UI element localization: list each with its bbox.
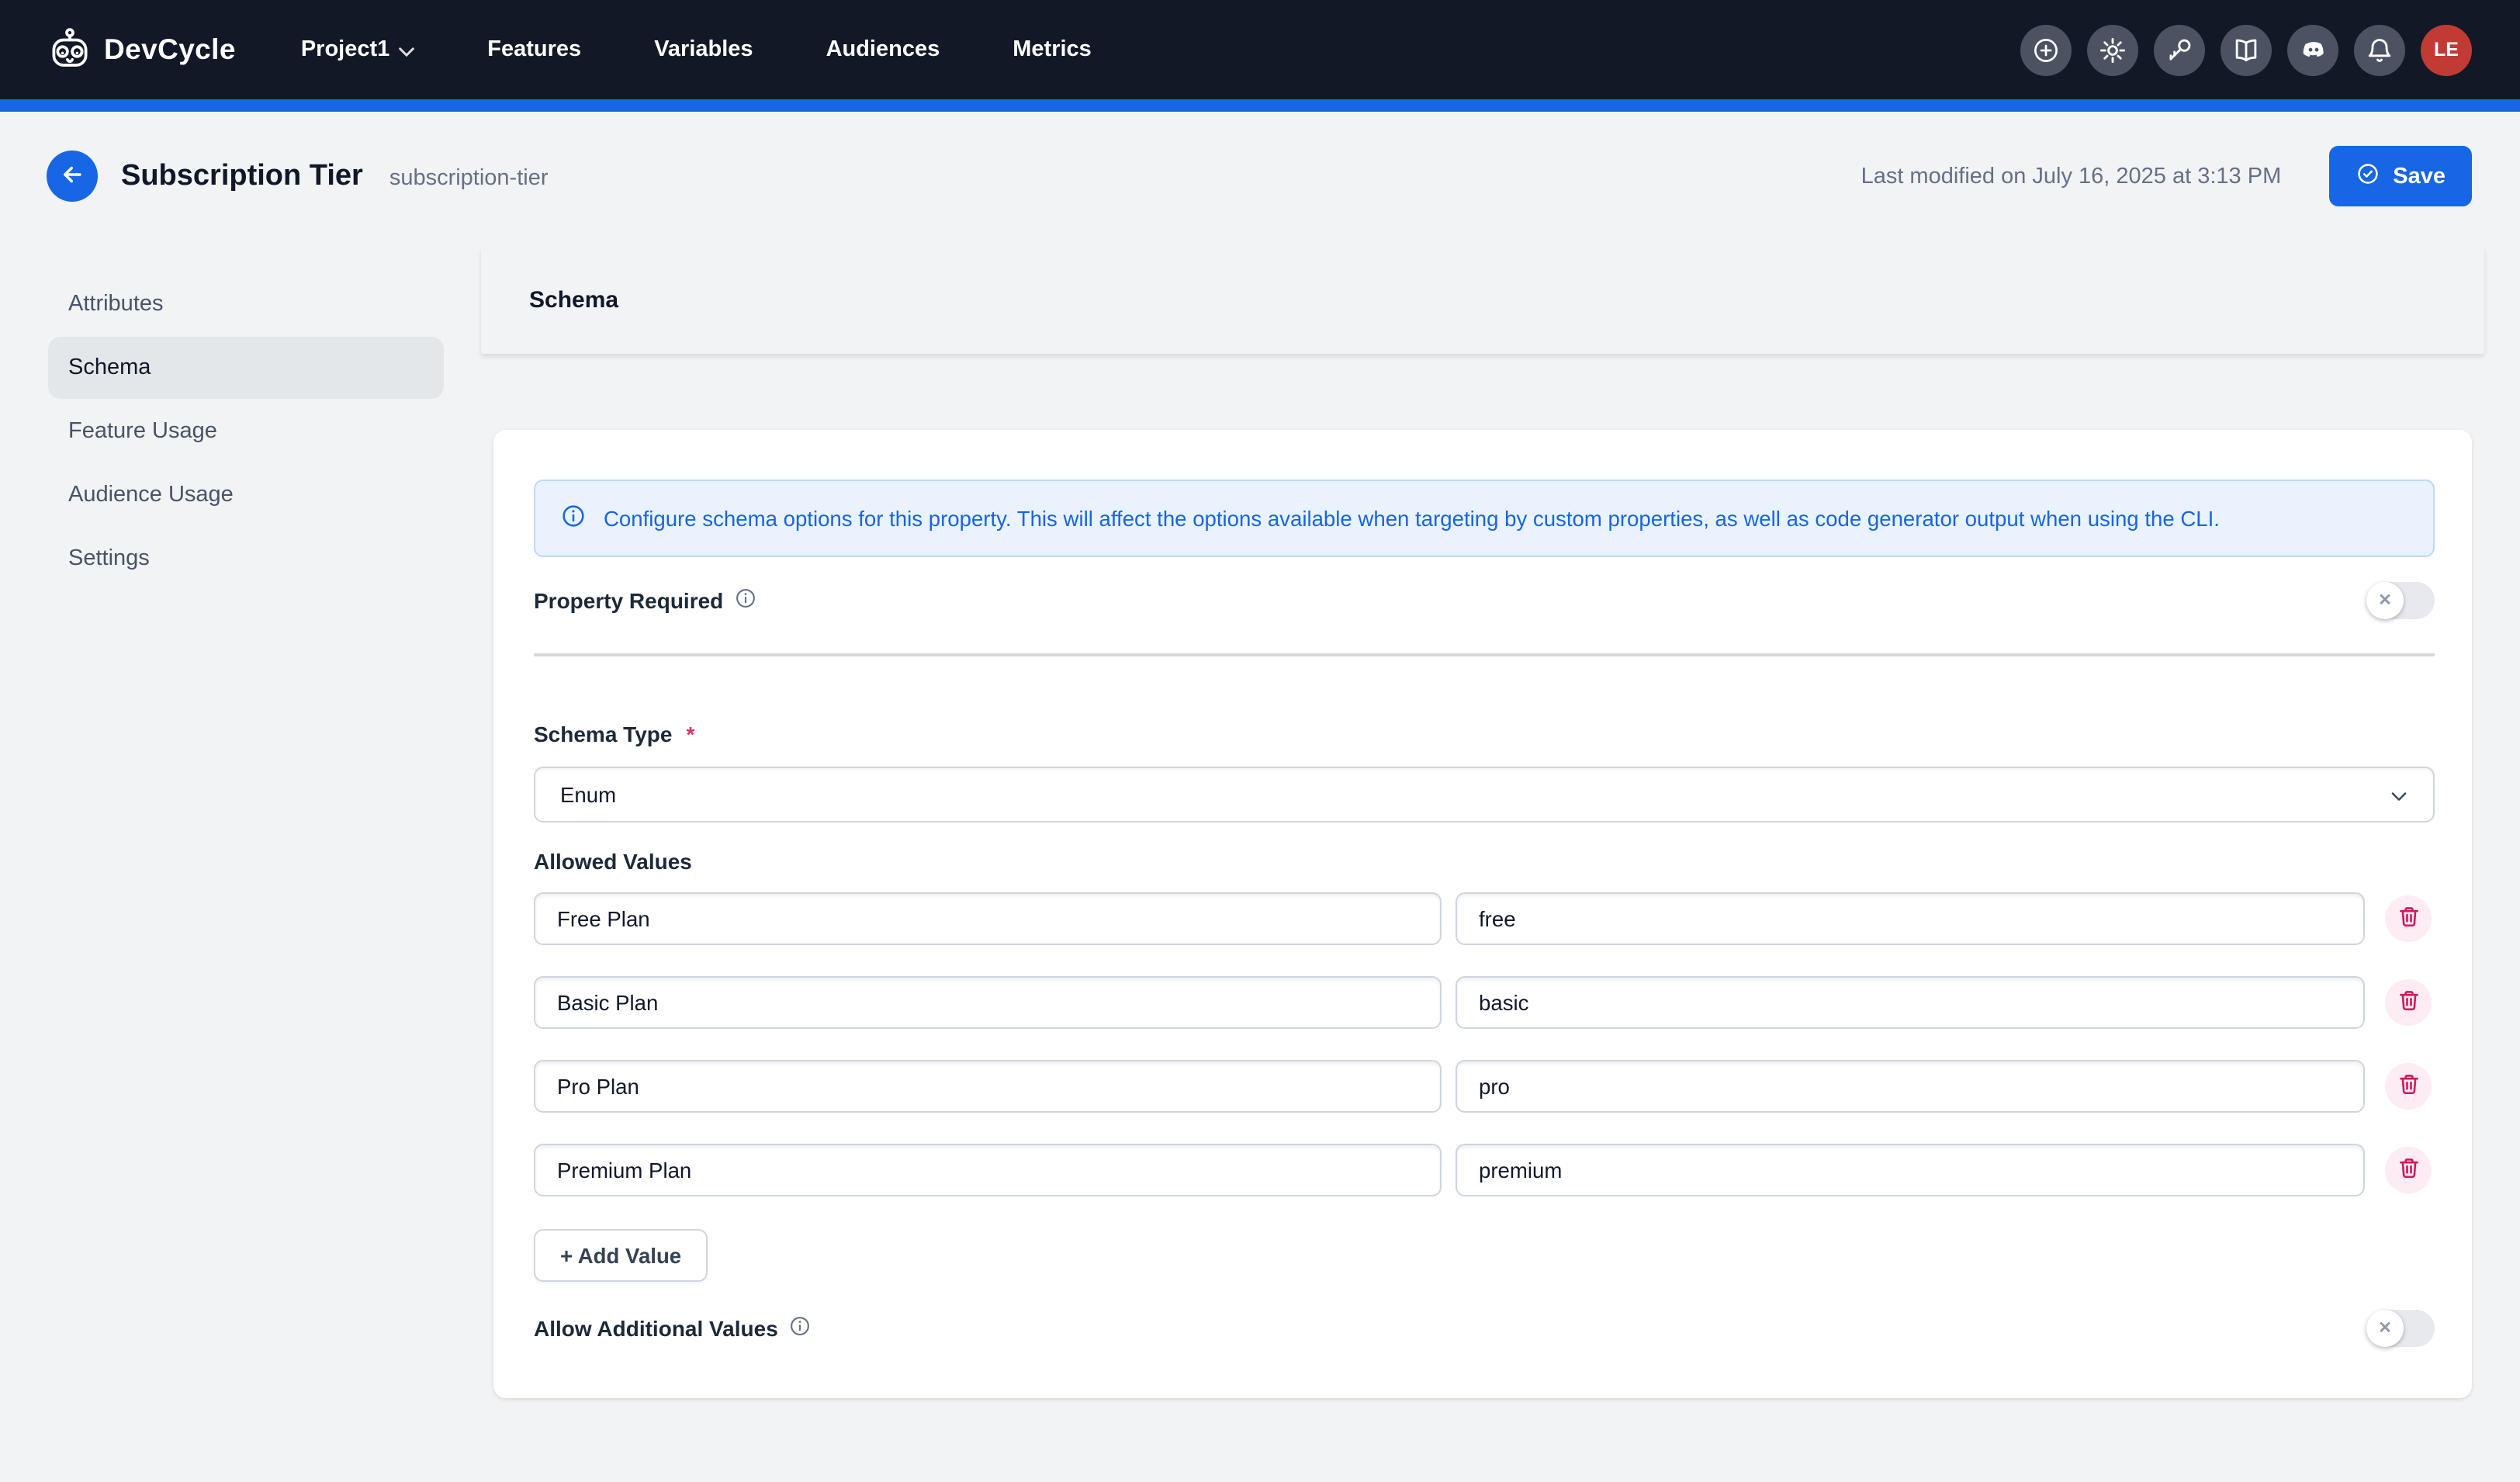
nav-link-variables[interactable]: Variables bbox=[654, 37, 753, 62]
section-title: Schema bbox=[529, 287, 618, 313]
api-key-icon bbox=[2165, 35, 2194, 64]
value-key-input[interactable] bbox=[1456, 976, 2365, 1029]
settings-button[interactable] bbox=[2087, 24, 2138, 75]
api-keys-button[interactable] bbox=[2154, 24, 2205, 75]
delete-value-button[interactable] bbox=[2385, 979, 2432, 1026]
delete-value-button[interactable] bbox=[2385, 895, 2432, 942]
sidebar-item-audience-usage[interactable]: Audience Usage bbox=[48, 464, 444, 526]
sidebar-item-attributes[interactable]: Attributes bbox=[48, 273, 444, 335]
schema-type-label: Schema Type* bbox=[534, 722, 2435, 746]
trash-icon bbox=[2397, 989, 2420, 1016]
toggle-off-x-icon: ✕ bbox=[2378, 593, 2392, 609]
sidebar-item-schema[interactable]: Schema bbox=[48, 337, 444, 399]
required-asterisk: * bbox=[686, 722, 694, 746]
allowed-values-label: Allowed Values bbox=[534, 849, 2435, 874]
devcycle-robot-icon bbox=[47, 26, 93, 73]
primary-nav: Project1 Features Variables Audiences Metri… bbox=[301, 36, 1165, 64]
discord-button[interactable] bbox=[2287, 24, 2338, 75]
discord-icon bbox=[2297, 34, 2328, 65]
trash-icon bbox=[2397, 905, 2420, 933]
arrow-left-icon bbox=[59, 161, 85, 192]
sidebar-item-settings[interactable]: Settings bbox=[48, 528, 444, 590]
docs-book-icon bbox=[2231, 35, 2261, 64]
toggle-off-x-icon: ✕ bbox=[2378, 1321, 2392, 1337]
nav-link-audiences[interactable]: Audiences bbox=[826, 37, 940, 62]
trash-icon bbox=[2397, 1072, 2420, 1100]
plus-circle-icon bbox=[2031, 35, 2061, 64]
nav-link-metrics[interactable]: Metrics bbox=[1012, 37, 1092, 62]
value-name-input[interactable] bbox=[534, 1060, 1442, 1113]
accent-bar bbox=[0, 99, 2520, 112]
allowed-value-row bbox=[534, 1144, 2435, 1196]
info-banner: Configure schema options for this proper… bbox=[534, 480, 2435, 557]
project-switcher[interactable]: Project1 bbox=[301, 36, 414, 64]
value-key-input[interactable] bbox=[1456, 1144, 2365, 1196]
allowed-value-row bbox=[534, 1060, 2435, 1113]
project-switcher-label: Project1 bbox=[301, 37, 389, 62]
docs-button[interactable] bbox=[2221, 24, 2272, 75]
nav-link-features[interactable]: Features bbox=[487, 37, 581, 62]
value-key-input[interactable] bbox=[1456, 1060, 2365, 1113]
main-panel: Schema Configure schema options for this… bbox=[481, 247, 2484, 1398]
property-required-toggle[interactable]: ✕ bbox=[2366, 582, 2435, 619]
page-header: Subscription Tier subscription-tier Last… bbox=[0, 112, 2520, 241]
allow-additional-values-label: Allow Additional Values bbox=[534, 1314, 812, 1342]
info-tooltip-icon[interactable] bbox=[734, 587, 757, 615]
devcycle-app: DevCycle Project1 Features Variables Audie… bbox=[0, 0, 2520, 1482]
back-button[interactable] bbox=[47, 151, 98, 202]
notifications-bell-icon bbox=[2365, 35, 2394, 64]
value-key-input[interactable] bbox=[1456, 892, 2365, 945]
divider bbox=[534, 653, 2435, 656]
create-button[interactable] bbox=[2020, 24, 2072, 75]
save-button-label: Save bbox=[2393, 164, 2446, 189]
brand-name: DevCycle bbox=[104, 33, 236, 67]
top-navbar: DevCycle Project1 Features Variables Audie… bbox=[0, 0, 2520, 99]
value-name-input[interactable] bbox=[534, 976, 1442, 1029]
sidebar-item-feature-usage[interactable]: Feature Usage bbox=[48, 400, 444, 462]
chevron-down-icon bbox=[2388, 785, 2410, 812]
schema-type-select[interactable]: Enum bbox=[534, 767, 2435, 822]
trash-icon bbox=[2397, 1156, 2420, 1184]
allow-additional-values-toggle[interactable]: ✕ bbox=[2366, 1310, 2435, 1347]
settings-gear-icon bbox=[2098, 35, 2127, 64]
allowed-values-list bbox=[534, 892, 2435, 1196]
section-titlebar: Schema bbox=[481, 247, 2484, 354]
chevron-down-icon bbox=[399, 39, 414, 64]
check-circle-icon bbox=[2356, 161, 2380, 192]
allowed-value-row bbox=[534, 892, 2435, 945]
schema-card: Configure schema options for this proper… bbox=[493, 430, 2472, 1398]
delete-value-button[interactable] bbox=[2385, 1063, 2432, 1110]
value-name-input[interactable] bbox=[534, 1144, 1442, 1196]
delete-value-button[interactable] bbox=[2385, 1147, 2432, 1193]
info-banner-text: Configure schema options for this proper… bbox=[604, 507, 2220, 530]
save-button[interactable]: Save bbox=[2329, 146, 2472, 206]
schema-type-value: Enum bbox=[560, 783, 616, 806]
navbar-actions: LE bbox=[2020, 24, 2472, 75]
devcycle-logo[interactable]: DevCycle bbox=[47, 26, 236, 73]
property-required-label: Property Required bbox=[534, 587, 757, 615]
add-value-button[interactable]: + Add Value bbox=[534, 1229, 708, 1282]
allowed-value-row bbox=[534, 976, 2435, 1029]
info-tooltip-icon[interactable] bbox=[789, 1314, 812, 1342]
value-name-input[interactable] bbox=[534, 892, 1442, 945]
last-modified-text: Last modified on July 16, 2025 at 3:13 P… bbox=[1861, 164, 2282, 189]
page-slug: subscription-tier bbox=[389, 165, 549, 190]
user-avatar[interactable]: LE bbox=[2421, 24, 2472, 75]
content-area: AttributesSchemaFeature UsageAudience Us… bbox=[0, 241, 2520, 1398]
info-icon bbox=[560, 503, 587, 534]
settings-sidebar: AttributesSchemaFeature UsageAudience Us… bbox=[48, 273, 444, 591]
page-title: Subscription Tier bbox=[121, 159, 363, 193]
notifications-button[interactable] bbox=[2354, 24, 2405, 75]
